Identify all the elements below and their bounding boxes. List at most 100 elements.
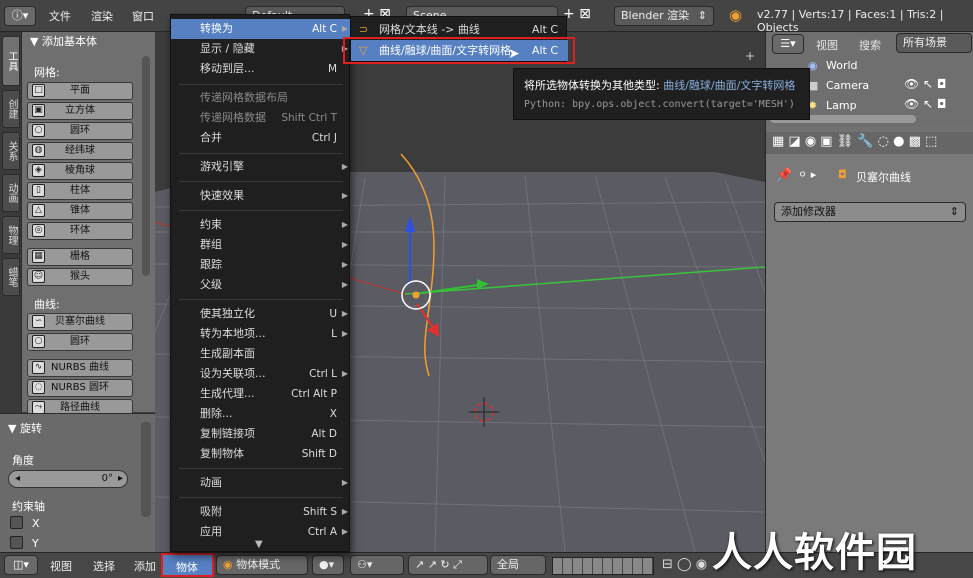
operator-header[interactable]: ▼ 旋转 — [8, 420, 42, 436]
menu-item-move-to-layer[interactable]: 移动到层... M — [171, 59, 351, 79]
pivot-select[interactable]: ⚇▾ — [350, 555, 404, 575]
camera-visibility-icons[interactable]: 👁 ↖ ◘ — [904, 77, 946, 91]
tab-physics[interactable]: 物理 — [2, 216, 20, 254]
info-editor-icon[interactable]: ⓘ▾ — [4, 6, 36, 26]
increment-icon: ▸ — [117, 473, 123, 484]
menu-item-game-engine[interactable]: 游戏引擎 ▶ — [171, 157, 351, 177]
menu-item-join[interactable]: 合并 Ctrl J — [171, 128, 351, 148]
angle-field[interactable]: ◂ 0° ▸ — [8, 470, 128, 488]
orientation-select[interactable]: 全局 — [490, 555, 546, 575]
outliner-editor-icon[interactable]: ☰▾ — [772, 34, 804, 54]
add-torus-button[interactable]: ◎ 环体 — [27, 222, 133, 240]
add-cylinder-button[interactable]: ▯ 柱体 — [27, 182, 133, 200]
axis-y-checkbox[interactable] — [10, 536, 23, 549]
updown-icon: ⇕ — [697, 9, 707, 22]
outliner-scope-select[interactable]: 所有场景 — [896, 33, 972, 53]
pin-icon[interactable]: 📌 — [776, 168, 792, 183]
curve-object-icon: ◘ — [838, 168, 847, 181]
menu-window[interactable]: 窗口 — [132, 8, 154, 24]
lock-camera-icons[interactable]: ⊟ ◯ ◉ — [662, 557, 707, 572]
mouse-cursor-icon: ➤ — [508, 46, 520, 62]
menu-item-label: 设为关联项... — [200, 367, 266, 380]
menu-select[interactable]: 选择 — [93, 558, 115, 574]
viewport-editor-icon[interactable]: ◫▾ — [4, 555, 38, 575]
menu-item-make-links[interactable]: 设为关联项... Ctrl L ▶ — [171, 364, 351, 384]
object-data-icon: ⚪ ▸ — [798, 168, 817, 181]
menu-item-make-local[interactable]: 转为本地项... L ▶ — [171, 324, 351, 344]
add-cube-button[interactable]: ▣ 立方体 — [27, 102, 133, 120]
menu-file[interactable]: 文件 — [49, 8, 71, 24]
add-nurbs-circle-button[interactable]: ◌ NURBS 圆环 — [27, 379, 133, 397]
add-uvsphere-button[interactable]: ◍ 经纬球 — [27, 142, 133, 160]
add-nurbs-curve-button[interactable]: ∿ NURBS 曲线 — [27, 359, 133, 377]
uvsphere-icon: ◍ — [32, 144, 45, 157]
tab-animation[interactable]: 动画 — [2, 174, 20, 212]
object-origin[interactable] — [412, 291, 420, 299]
plane-icon: □ — [32, 84, 45, 97]
manipulator-buttons[interactable]: ↗ ↗ ↻ ⤢ — [408, 555, 488, 575]
menu-item-make-proxy[interactable]: 生成代理... Ctrl Alt P — [171, 384, 351, 404]
add-modifier-label: 添加修改器 — [781, 205, 836, 218]
tab-grease-pencil[interactable]: 蜡笔 — [2, 258, 20, 296]
menu-item-snap[interactable]: 吸附 Shift S ▶ — [171, 502, 351, 522]
tab-relations[interactable]: 关系 — [2, 132, 20, 170]
outliner-search-menu[interactable]: 搜索 — [859, 37, 881, 53]
add-bezier-button[interactable]: ∽ 贝塞尔曲线 — [27, 313, 133, 331]
outliner-lamp[interactable]: Lamp — [826, 99, 857, 112]
properties-tabs: ▦ ◪ ◉ ▣ ⛓ 🔧 ◌ ● ▩ ⬚ — [766, 132, 973, 154]
panel-header[interactable]: ▼ 添加基本体 — [22, 32, 155, 52]
submenu-arrow-icon: ▶ — [341, 260, 348, 269]
viewport-plus-icon[interactable]: + — [745, 49, 755, 63]
layer-buttons[interactable] — [552, 557, 654, 575]
add-grid-button[interactable]: ▦ 栅格 — [27, 248, 133, 266]
menu-add[interactable]: 添加 — [134, 558, 156, 574]
curve-section-label: 曲线: — [34, 298, 60, 311]
icosphere-icon: ◈ — [32, 164, 45, 177]
tab-tools[interactable]: 工具 — [2, 36, 20, 86]
add-plane-button[interactable]: □ 平面 — [27, 82, 133, 100]
outliner-view-menu[interactable]: 视图 — [816, 37, 838, 53]
add-cone-button[interactable]: △ 锥体 — [27, 202, 133, 220]
properties-context-icons[interactable]: ▦ ◪ ◉ ▣ ⛓ 🔧 ◌ ● ▩ ⬚ — [772, 134, 937, 149]
updown-icon: ⇕ — [949, 205, 959, 218]
add-monkey-button[interactable]: ☺ 猴头 — [27, 268, 133, 286]
mode-select[interactable]: ◉ 物体模式 — [216, 555, 308, 575]
operator-scrollbar[interactable] — [141, 422, 151, 517]
menu-item-duplicate-linked[interactable]: 复制链接项 Alt D — [171, 424, 351, 444]
add-circle-button[interactable]: ○ 圆环 — [27, 122, 133, 140]
menu-item-convert[interactable]: 转换为 Alt C ▶ — [171, 19, 351, 39]
menu-item-shortcut: Shift Ctrl T — [281, 112, 337, 124]
add-icosphere-button[interactable]: ◈ 棱角球 — [27, 162, 133, 180]
menu-item-shortcut: Ctrl Alt P — [291, 388, 337, 400]
outliner-camera[interactable]: Camera — [826, 79, 869, 92]
render-engine-select[interactable]: Blender 渲染 ⇕ — [614, 6, 714, 26]
menu-item-make-single-user[interactable]: 使其独立化 U ▶ — [171, 304, 351, 324]
menu-object[interactable]: 物体 — [161, 553, 214, 577]
menu-item-track[interactable]: 跟踪 ▶ — [171, 255, 351, 275]
submenu-arrow-icon: ▶ — [341, 191, 348, 200]
shading-select[interactable]: ●▾ — [312, 555, 344, 575]
menu-item-delete[interactable]: 删除... X — [171, 404, 351, 424]
menu-item-duplicates-make-real[interactable]: 生成副本面 — [171, 344, 351, 364]
menu-item-show-hide[interactable]: 显示 / 隐藏 ▶ — [171, 39, 351, 59]
axis-x-checkbox[interactable] — [10, 516, 23, 529]
menu-scroll-down-icon[interactable]: ▼ — [255, 539, 263, 550]
menu-item-quick-effects[interactable]: 快速效果 ▶ — [171, 186, 351, 206]
menu-item-constraints[interactable]: 约束 ▶ — [171, 215, 351, 235]
menu-view[interactable]: 视图 — [50, 558, 72, 574]
lamp-visibility-icons[interactable]: 👁 ↖ ◘ — [904, 97, 946, 111]
scene-add-close-icons[interactable]: + ⊠ — [563, 6, 599, 26]
menu-item-animation[interactable]: 动画 ▶ — [171, 473, 351, 493]
menu-render[interactable]: 渲染 — [91, 8, 113, 24]
menu-item-duplicate-objects[interactable]: 复制物体 Shift D — [171, 444, 351, 464]
toolpanel-scrollbar[interactable] — [142, 56, 150, 276]
menu-item-group[interactable]: 群组 ▶ — [171, 235, 351, 255]
submenu-arrow-icon: ▶ — [341, 309, 348, 318]
outliner-world[interactable]: World — [826, 59, 858, 72]
add-modifier-select[interactable]: 添加修改器 ⇕ — [774, 202, 966, 222]
menu-item-parent[interactable]: 父级 ▶ — [171, 275, 351, 295]
menu-item-label: 传递网格数据布局 — [200, 91, 288, 104]
menu-item-label: 复制链接项 — [200, 427, 255, 440]
tab-create[interactable]: 创建 — [2, 90, 20, 128]
add-curve-circle-button[interactable]: ○ 圆环 — [27, 333, 133, 351]
